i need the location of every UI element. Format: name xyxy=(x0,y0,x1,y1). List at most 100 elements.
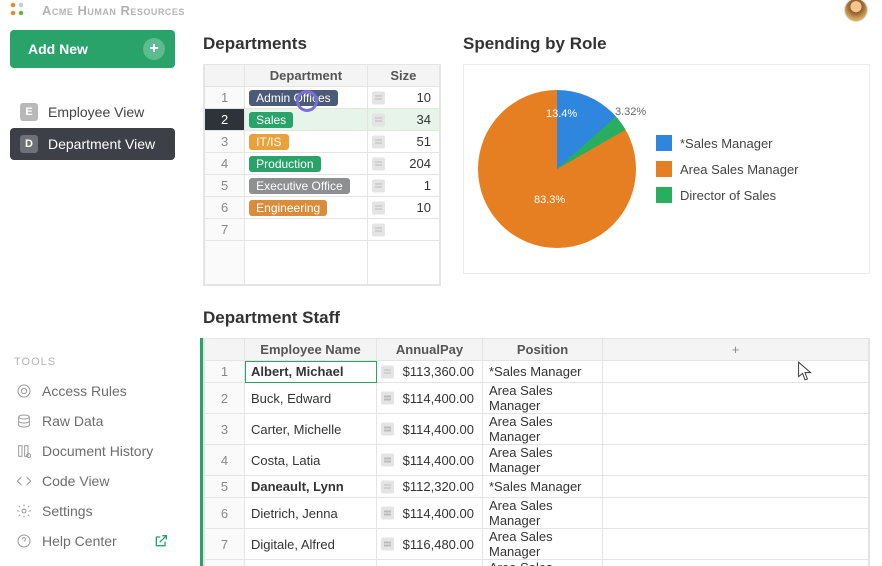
pie-chart[interactable]: 13.4% 3.32% 83.3% xyxy=(478,90,636,248)
employee-name-cell[interactable]: Dietrich, Jenna xyxy=(245,498,377,529)
row-number: 3 xyxy=(205,131,245,153)
position-cell[interactable]: Area Sales Manager xyxy=(483,383,603,414)
table-row[interactable]: 1Albert, Michael$113,360.00*Sales Manage… xyxy=(205,361,869,383)
add-column-button[interactable]: + xyxy=(603,339,869,361)
table-row[interactable]: 3Carter, Michelle$114,400.00Area Sales M… xyxy=(205,414,869,445)
table-row[interactable]: 6Engineering10 xyxy=(205,197,440,219)
dept-size-cell[interactable]: 10 xyxy=(367,87,439,109)
dept-name-cell[interactable]: Executive Office xyxy=(245,175,368,197)
dept-name-cell[interactable]: Admin Offices xyxy=(245,87,368,109)
view-badge: E xyxy=(20,103,38,121)
table-row[interactable]: 5Executive Office1 xyxy=(205,175,440,197)
staff-table[interactable]: Employee Name AnnualPay Position + 1Albe… xyxy=(203,338,870,566)
annual-pay-cell[interactable]: $114,400.00 xyxy=(377,445,483,476)
dept-size-cell[interactable]: 34 xyxy=(367,109,439,131)
col-size[interactable]: Size xyxy=(367,65,439,87)
position-cell[interactable]: *Sales Manager xyxy=(483,361,603,383)
position-cell[interactable]: Area Sales Manager xyxy=(483,560,603,566)
sidebar-item-employee-view[interactable]: E Employee View xyxy=(10,96,175,128)
table-row[interactable]: 2Buck, Edward$114,400.00Area Sales Manag… xyxy=(205,383,869,414)
database-icon xyxy=(16,413,32,429)
row-number: 8 xyxy=(205,560,245,566)
dept-size-cell[interactable]: 204 xyxy=(367,153,439,175)
row-number: 5 xyxy=(205,476,245,498)
legend: *Sales Manager Area Sales Manager Direct… xyxy=(656,135,799,203)
record-icon xyxy=(372,201,385,214)
tool-code-view[interactable]: Code View xyxy=(10,466,175,496)
table-row[interactable] xyxy=(205,241,440,285)
record-icon xyxy=(372,223,385,236)
table-row[interactable]: 3IT/IS51 xyxy=(205,131,440,153)
target-icon xyxy=(16,383,32,399)
view-label: Department View xyxy=(48,136,155,152)
row-number: 1 xyxy=(205,87,245,109)
tool-raw-data[interactable]: Raw Data xyxy=(10,406,175,436)
row-number: 5 xyxy=(205,175,245,197)
position-cell[interactable]: Area Sales Manager xyxy=(483,414,603,445)
table-row[interactable]: 6Dietrich, Jenna$114,400.00Area Sales Ma… xyxy=(205,498,869,529)
col-department[interactable]: Department xyxy=(245,65,368,87)
tool-settings[interactable]: Settings xyxy=(10,496,175,526)
record-icon xyxy=(381,480,394,493)
employee-name-cell[interactable]: Daneault, Lynn xyxy=(245,476,377,498)
table-row[interactable]: 8Fraval, Maruk$114,400.00Area Sales Mana… xyxy=(205,560,869,566)
position-cell[interactable]: Area Sales Manager xyxy=(483,445,603,476)
employee-name-cell[interactable]: Albert, Michael xyxy=(245,361,377,383)
employee-name-cell[interactable]: Carter, Michelle xyxy=(245,414,377,445)
row-number: 4 xyxy=(205,445,245,476)
gear-icon xyxy=(16,503,32,519)
table-row[interactable]: 4Costa, Latia$114,400.00Area Sales Manag… xyxy=(205,445,869,476)
table-row[interactable]: 2Sales34 xyxy=(205,109,440,131)
pie-label-green: 3.32% xyxy=(615,106,646,118)
dept-name-cell[interactable]: Engineering xyxy=(245,197,368,219)
add-new-button[interactable]: Add New + xyxy=(10,30,175,68)
dept-size-cell[interactable]: 51 xyxy=(367,131,439,153)
tool-access-rules[interactable]: Access Rules xyxy=(10,376,175,406)
record-icon xyxy=(381,392,394,405)
avatar[interactable] xyxy=(844,0,868,22)
chart-panel: Spending by Role 13.4% 3.32% 83.3% *Sale… xyxy=(463,34,870,274)
dept-name-cell[interactable]: IT/IS xyxy=(245,131,368,153)
sidebar-item-department-view[interactable]: D Department View xyxy=(10,128,175,160)
sidebar: Add New + E Employee View D Department V… xyxy=(0,20,185,566)
dept-name-cell[interactable]: Sales xyxy=(245,109,368,131)
col-employee-name[interactable]: Employee Name xyxy=(245,339,377,361)
record-icon xyxy=(381,507,394,520)
legend-item-sales-manager[interactable]: *Sales Manager xyxy=(656,135,799,151)
annual-pay-cell[interactable]: $112,320.00 xyxy=(377,476,483,498)
position-cell[interactable]: Area Sales Manager xyxy=(483,529,603,560)
view-badge: D xyxy=(20,135,38,153)
dept-size-cell[interactable]: 1 xyxy=(367,175,439,197)
position-cell[interactable]: Area Sales Manager xyxy=(483,498,603,529)
table-row[interactable]: 7Digitale, Alfred$116,480.00Area Sales M… xyxy=(205,529,869,560)
legend-item-director-of-sales[interactable]: Director of Sales xyxy=(656,187,799,203)
chart-box: 13.4% 3.32% 83.3% *Sales Manager Area Sa… xyxy=(463,64,870,274)
app-title: Acme Human Resources xyxy=(42,3,185,18)
legend-swatch xyxy=(656,135,672,151)
departments-title: Departments xyxy=(203,34,441,54)
annual-pay-cell[interactable]: $116,480.00 xyxy=(377,529,483,560)
employee-name-cell[interactable]: Costa, Latia xyxy=(245,445,377,476)
dept-name-cell[interactable]: Production xyxy=(245,153,368,175)
dept-size-cell[interactable]: 10 xyxy=(367,197,439,219)
table-row[interactable]: 4Production204 xyxy=(205,153,440,175)
annual-pay-cell[interactable]: $114,400.00 xyxy=(377,414,483,445)
table-row[interactable]: 5Daneault, Lynn$112,320.00*Sales Manager xyxy=(205,476,869,498)
table-row[interactable]: 1Admin Offices10 xyxy=(205,87,440,109)
tool-document-history[interactable]: Document History xyxy=(10,436,175,466)
legend-item-area-sales-manager[interactable]: Area Sales Manager xyxy=(656,161,799,177)
employee-name-cell[interactable]: Fraval, Maruk xyxy=(245,560,377,566)
col-annual-pay[interactable]: AnnualPay xyxy=(377,339,483,361)
annual-pay-cell[interactable]: $113,360.00 xyxy=(377,361,483,383)
annual-pay-cell[interactable]: $114,400.00 xyxy=(377,560,483,566)
annual-pay-cell[interactable]: $114,400.00 xyxy=(377,498,483,529)
tool-help-center[interactable]: Help Center xyxy=(10,526,175,556)
departments-table[interactable]: Department Size 1Admin Offices102Sales34… xyxy=(203,64,441,286)
employee-name-cell[interactable]: Buck, Edward xyxy=(245,383,377,414)
table-row[interactable]: 7 xyxy=(205,219,440,241)
position-cell[interactable]: *Sales Manager xyxy=(483,476,603,498)
employee-name-cell[interactable]: Digitale, Alfred xyxy=(245,529,377,560)
annual-pay-cell[interactable]: $114,400.00 xyxy=(377,383,483,414)
col-position[interactable]: Position xyxy=(483,339,603,361)
pie-label-orange: 83.3% xyxy=(534,194,565,206)
